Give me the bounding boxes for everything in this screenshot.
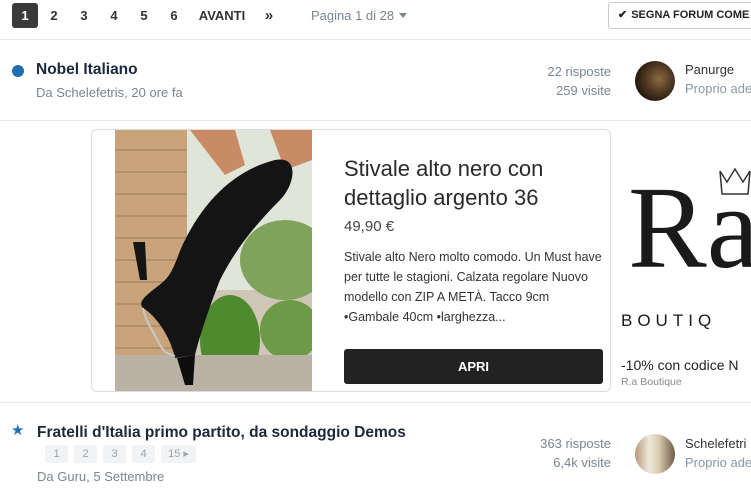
- replies-count: 363 risposte: [540, 436, 611, 451]
- topic-author-meta: Da Guru, 5 Settembre: [37, 469, 165, 484]
- mark-forum-read-label: SEGNA FORUM COME LE: [631, 9, 751, 21]
- page-6-button[interactable]: 6: [164, 3, 184, 28]
- ad-brand-panel[interactable]: Ra BOUTIQ -10% con codice N R.a Boutique: [620, 129, 751, 393]
- ad-card[interactable]: Stivale alto nero con dettaglio argento …: [91, 129, 611, 392]
- avatar[interactable]: [635, 434, 675, 474]
- open-ad-button[interactable]: APRI: [344, 349, 603, 384]
- mini-page-button[interactable]: 3: [103, 445, 126, 463]
- mini-page-button[interactable]: 4: [132, 445, 155, 463]
- page-4-button[interactable]: 4: [104, 3, 124, 28]
- ad-price: 49,90 €: [344, 218, 395, 235]
- pagination-bar: 1 2 3 4 5 6 AVANTI » Pagina 1 di 28 ✔ SEG…: [0, 0, 751, 40]
- unread-dot-icon: [12, 65, 24, 77]
- ad-description: Stivale alto Nero molto comodo. Un Must …: [344, 250, 602, 324]
- last-poster-name[interactable]: Panurge: [685, 62, 734, 77]
- topic-title[interactable]: Nobel Italiano: [36, 61, 138, 79]
- views-count: 6,4k visite: [553, 455, 611, 470]
- views-count: 259 visite: [556, 83, 611, 98]
- replies-count: 22 risposte: [547, 64, 611, 79]
- topic-stats: 363 risposte 6,4k visite: [540, 434, 611, 472]
- brand-subtitle: BOUTIQ: [621, 311, 717, 330]
- topic-author-meta: Da Schelefetris, 20 ore fa: [36, 85, 183, 100]
- caret-down-icon: [399, 13, 408, 18]
- last-page-button[interactable]: »: [259, 3, 279, 28]
- mini-page-last-label: 15: [168, 448, 181, 460]
- mark-forum-read-button[interactable]: ✔SEGNA FORUM COME LE: [608, 2, 751, 29]
- check-icon: ✔: [618, 9, 628, 21]
- page-selector[interactable]: Pagina 1 di 28: [311, 3, 408, 28]
- boot-photo-illustration: [115, 130, 312, 391]
- page-5-button[interactable]: 5: [134, 3, 154, 28]
- ad-title[interactable]: Stivale alto nero con dettaglio argento …: [344, 154, 594, 212]
- ad-product-image[interactable]: [115, 130, 312, 391]
- mini-page-last-button[interactable]: 15 ▸: [161, 445, 196, 463]
- forum-page: 1 2 3 4 5 6 AVANTI » Pagina 1 di 28 ✔ SEG…: [0, 0, 751, 501]
- avatar[interactable]: [635, 61, 675, 101]
- page-3-button[interactable]: 3: [74, 3, 94, 28]
- brand-offer[interactable]: -10% con codice N: [621, 357, 739, 373]
- mini-page-button[interactable]: 1: [45, 445, 68, 463]
- arrow-right-icon: ▸: [183, 448, 189, 460]
- topic-row[interactable]: ★ Fratelli d'Italia primo partito, da so…: [0, 402, 751, 501]
- mini-page-button[interactable]: 2: [74, 445, 97, 463]
- page-1-button[interactable]: 1: [12, 3, 38, 28]
- topic-stats: 22 risposte 259 visite: [547, 62, 611, 100]
- last-poster-name[interactable]: Schelefetri: [685, 436, 746, 451]
- brand-logo-text: Ra: [628, 162, 751, 293]
- page-info-label: Pagina 1 di 28: [311, 8, 395, 23]
- last-post-time[interactable]: Proprio ade: [685, 455, 751, 470]
- last-post-time[interactable]: Proprio ade: [685, 81, 751, 96]
- topic-row[interactable]: Nobel Italiano Da Schelefetris, 20 ore f…: [0, 41, 751, 121]
- topic-title[interactable]: Fratelli d'Italia primo partito, da sond…: [37, 424, 406, 442]
- star-icon: ★: [11, 422, 25, 439]
- brand-name: R.a Boutique: [621, 376, 682, 388]
- page-2-button[interactable]: 2: [44, 3, 64, 28]
- next-page-button[interactable]: AVANTI: [196, 3, 248, 28]
